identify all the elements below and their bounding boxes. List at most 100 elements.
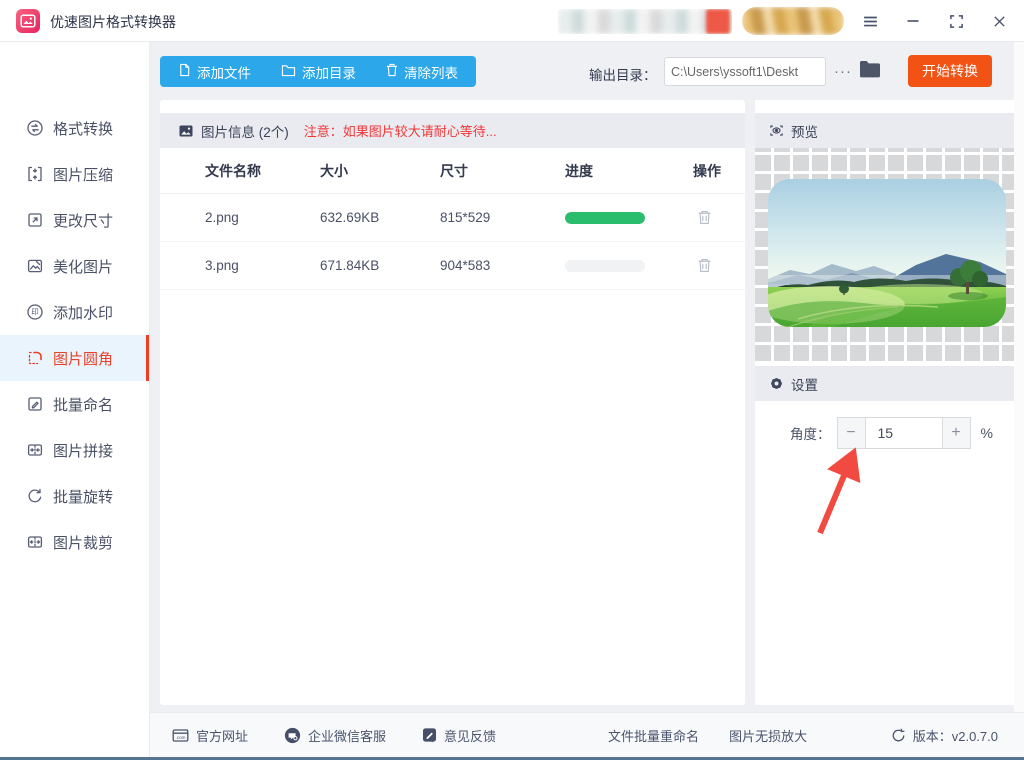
clear-list-button[interactable]: 清除列表 <box>386 62 458 82</box>
footer-links: .com 官方网址 企业微信客服 意见反馈 <box>172 726 532 745</box>
rotate-icon <box>25 487 44 506</box>
angle-minus-button[interactable]: − <box>836 417 866 449</box>
footer-link-wechat-service[interactable]: 企业微信客服 <box>284 726 386 745</box>
column-header: 进度 <box>565 162 593 179</box>
table-header: 文件名称 大小 尺寸 进度 操作 <box>160 148 745 194</box>
sidebar-item-label: 图片圆角 <box>53 350 114 368</box>
footer-extra-link[interactable]: 文件批量重命名 <box>608 726 699 745</box>
footer-extra-link[interactable]: 图片无损放大 <box>729 726 807 745</box>
sidebar-item-label: 更改尺寸 <box>53 212 114 230</box>
sidebar-item-watermark[interactable]: 印 添加水印 <box>0 289 149 335</box>
wechat-service-icon <box>284 727 301 744</box>
avatar <box>706 9 730 34</box>
compress-icon <box>25 165 44 184</box>
scrollbar-strip[interactable] <box>1014 42 1024 712</box>
sidebar-item-label: 添加水印 <box>53 304 114 322</box>
refresh-icon[interactable] <box>891 728 906 743</box>
image-info-warning: 注意：如果图片较大请耐心等待... <box>303 124 497 139</box>
browse-more-button[interactable]: ··· <box>832 60 854 82</box>
version-info: 版本：v2.0.7.0 <box>891 726 998 745</box>
sidebar-item-beautify[interactable]: 美化图片 <box>0 243 149 289</box>
preview-header: 预览 <box>755 113 1014 148</box>
sidebar-item-label: 批量旋转 <box>53 488 114 506</box>
sidebar-item-compress[interactable]: 图片压缩 <box>0 151 149 197</box>
delete-row-button[interactable] <box>696 257 714 275</box>
minimize-icon[interactable] <box>904 12 922 30</box>
file-size: 632.69KB <box>320 210 380 225</box>
column-header: 大小 <box>320 162 348 179</box>
sidebar-item-label: 格式转换 <box>53 120 114 138</box>
maximize-icon[interactable] <box>947 12 965 30</box>
sidebar-item-rotate[interactable]: 批量旋转 <box>0 473 149 519</box>
sidebar-item-label: 图片拼接 <box>53 442 114 460</box>
watermark-icon: 印 <box>25 303 44 322</box>
image-info-title: 图片信息 (2个) <box>201 124 289 140</box>
file-size: 671.84KB <box>320 258 380 273</box>
sidebar-item-label: 图片压缩 <box>53 166 114 184</box>
svg-text:.com: .com <box>176 735 186 740</box>
sidebar-item-rename[interactable]: 批量命名 <box>0 381 149 427</box>
menu-icon[interactable] <box>861 12 879 30</box>
column-header: 尺寸 <box>440 162 468 179</box>
app-title: 优速图片格式转换器 <box>50 14 176 30</box>
file-dimensions: 904*583 <box>440 258 491 273</box>
table-row: 2.png 632.69KB 815*529 <box>160 194 745 242</box>
sidebar-item-crop[interactable]: 图片裁剪 <box>0 519 149 565</box>
folder-icon <box>281 64 296 80</box>
sidebar-item-format-convert[interactable]: 格式转换 <box>0 105 149 151</box>
transparency-checkerboard <box>755 148 1014 361</box>
output-dir-input[interactable]: C:\Users\yssoft1\Deskt <box>664 57 826 86</box>
preview-image <box>768 179 1006 327</box>
progress-bar <box>565 211 645 224</box>
start-convert-button[interactable]: 开始转换 <box>908 55 992 87</box>
add-file-button[interactable]: 添加文件 <box>178 62 251 82</box>
round-corner-icon <box>25 349 44 368</box>
file-dimensions: 815*529 <box>440 210 491 225</box>
footer-bar: .com 官方网址 企业微信客服 意见反馈 文件批量重命名 图片无损放大 版本：v2.0… <box>150 712 1024 757</box>
close-icon[interactable] <box>990 12 1008 30</box>
feedback-icon <box>422 727 437 743</box>
angle-setting-row: 角度： − + % <box>755 417 1014 449</box>
angle-stepper: − + <box>836 417 971 449</box>
sidebar-item-label: 美化图片 <box>53 258 114 276</box>
settings-title: 设置 <box>791 377 818 393</box>
beautify-icon <box>25 257 44 276</box>
sidebar-item-resize[interactable]: 更改尺寸 <box>0 197 149 243</box>
footer-link-website[interactable]: .com 官方网址 <box>172 726 248 745</box>
angle-label: 角度： <box>790 427 831 442</box>
stitch-icon <box>25 441 44 460</box>
add-directory-button[interactable]: 添加目录 <box>281 62 356 82</box>
file-list-panel: 图片信息 (2个) 注意：如果图片较大请耐心等待... 文件名称 大小 尺寸 进度 操作… <box>160 100 745 705</box>
table-row: 3.png 671.84KB 904*583 <box>160 242 745 290</box>
trash-icon <box>386 63 398 80</box>
preview-icon <box>769 123 784 138</box>
image-info-icon <box>178 123 194 139</box>
angle-unit: % <box>980 425 993 441</box>
delete-row-button[interactable] <box>696 209 714 227</box>
image-info-bar: 图片信息 (2个) 注意：如果图片较大请耐心等待... <box>160 113 745 148</box>
file-actions-group: 添加文件 添加目录 清除列表 <box>160 56 476 87</box>
sidebar-item-stitch[interactable]: 图片拼接 <box>0 427 149 473</box>
angle-input[interactable] <box>865 417 942 449</box>
app-window: 优速图片格式转换器 格式转换 图片压缩 更改尺寸 美化图片印添加水印 图片圆角 批量命名图… <box>0 0 1024 760</box>
blurred-account-info <box>558 9 732 34</box>
column-header: 文件名称 <box>205 162 261 179</box>
sidebar-menu: 格式转换图片压缩更改尺寸美化图片印 添加水印图片圆角批量命名图片拼接批量旋转图片裁… <box>0 42 149 565</box>
sidebar: 格式转换图片压缩更改尺寸美化图片印 添加水印图片圆角批量命名图片拼接批量旋转图片裁… <box>0 42 150 760</box>
table-body: 2.png 632.69KB 815*529 3.png 671.84KB 904*583 <box>160 194 745 290</box>
footer-link-feedback[interactable]: 意见反馈 <box>422 726 496 745</box>
svg-text:印: 印 <box>31 308 39 317</box>
sidebar-item-round-corner[interactable]: 图片圆角 <box>0 335 149 381</box>
file-name: 3.png <box>205 258 239 273</box>
sidebar-item-label: 批量命名 <box>53 396 114 414</box>
open-folder-icon[interactable] <box>859 60 882 83</box>
angle-plus-button[interactable]: + <box>941 417 971 449</box>
output-dir-label: 输出目录： <box>589 68 657 83</box>
title-bar: 优速图片格式转换器 <box>0 0 1024 42</box>
resize-icon <box>25 211 44 230</box>
format-convert-icon <box>25 119 44 138</box>
progress-bar <box>565 259 645 272</box>
gear-icon <box>769 376 784 391</box>
file-icon <box>178 63 191 80</box>
sidebar-item-label: 图片裁剪 <box>53 534 114 552</box>
